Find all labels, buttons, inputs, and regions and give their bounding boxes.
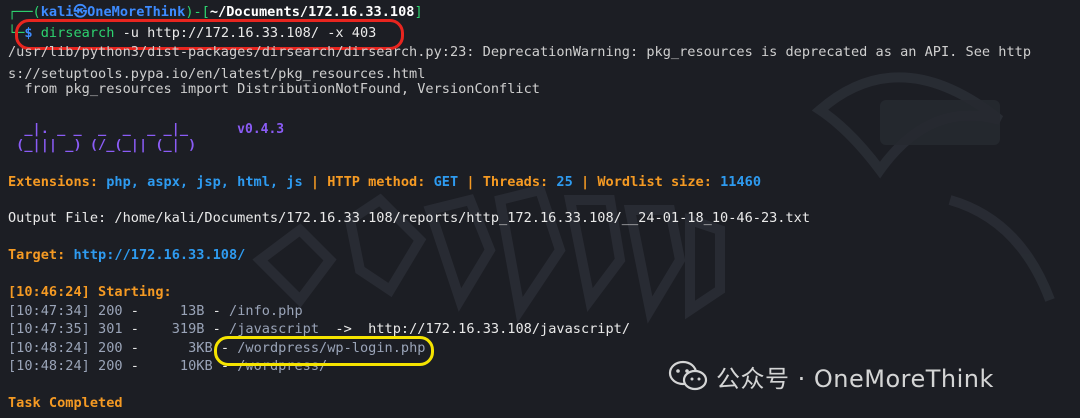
task-completed-line: Task Completed bbox=[8, 395, 123, 411]
warning-line-3: from pkg_resources import DistributionNo… bbox=[8, 81, 540, 97]
terminal-window[interactable]: ┌──(kali㉿OneMoreThink)-[~/Documents/172.… bbox=[0, 0, 1080, 418]
result-row: [10:48:24] 200 - 10KB - /wordpress/ bbox=[8, 358, 328, 374]
prompt-cwd: ~/Documents/172.16.33.108 bbox=[209, 4, 415, 20]
target-url: http://172.16.33.108/ bbox=[73, 247, 246, 263]
method-value: GET bbox=[433, 174, 459, 190]
prompt-host: OneMoreThink bbox=[87, 4, 186, 20]
watermark-text: 公众号 · OneMoreThink bbox=[716, 364, 994, 393]
result-path: /javascript bbox=[229, 321, 320, 337]
method-label: HTTP method: bbox=[327, 174, 426, 190]
threads-value: 25 bbox=[556, 174, 573, 190]
wordlist-value: 11460 bbox=[720, 174, 762, 190]
banner-art-line-2: (_||| _) (/_(_|| (_| ) bbox=[8, 137, 197, 153]
command-args: -u http://172.16.33.108/ -x 403 bbox=[122, 25, 377, 41]
target-label: Target: bbox=[8, 247, 66, 263]
threads-label: Threads: bbox=[482, 174, 549, 190]
warning-line-1: /usr/lib/python3/dist-packages/dirsearch… bbox=[8, 44, 1032, 60]
prompt-at-symbol: ㉿ bbox=[73, 4, 88, 20]
prompt-line: ┌──(kali㉿OneMoreThink)-[~/Documents/172.… bbox=[8, 4, 423, 20]
output-file-line: Output File: /home/kali/Documents/172.16… bbox=[8, 210, 811, 226]
config-line: Extensions: php, aspx, jsp, html, js | H… bbox=[8, 174, 762, 190]
extensions-label: Extensions: bbox=[8, 174, 99, 190]
wechat-icon bbox=[668, 360, 708, 391]
result-path: /info.php bbox=[229, 303, 303, 319]
prompt-corner: ┌──( bbox=[8, 4, 41, 20]
result-path: /wordpress/ bbox=[237, 358, 328, 374]
result-path-wp-login: /wordpress/wp-login.php bbox=[237, 340, 426, 356]
target-line: Target: http://172.16.33.108/ bbox=[8, 244, 245, 266]
banner-version: v0.4.3 bbox=[237, 122, 285, 137]
redirect-target: -> http://172.16.33.108/javascript/ bbox=[319, 321, 631, 337]
prompt-user: kali bbox=[40, 4, 74, 20]
wordlist-label: Wordlist size: bbox=[597, 174, 712, 190]
command-program: dirsearch bbox=[40, 25, 115, 41]
prompt-dollar: $ bbox=[24, 25, 33, 41]
wechat-watermark: 公众号 · OneMoreThink bbox=[668, 359, 994, 393]
prompt-corner-bottom: └─ bbox=[8, 25, 25, 41]
extensions-value: php, aspx, jsp, html, js bbox=[106, 174, 303, 190]
